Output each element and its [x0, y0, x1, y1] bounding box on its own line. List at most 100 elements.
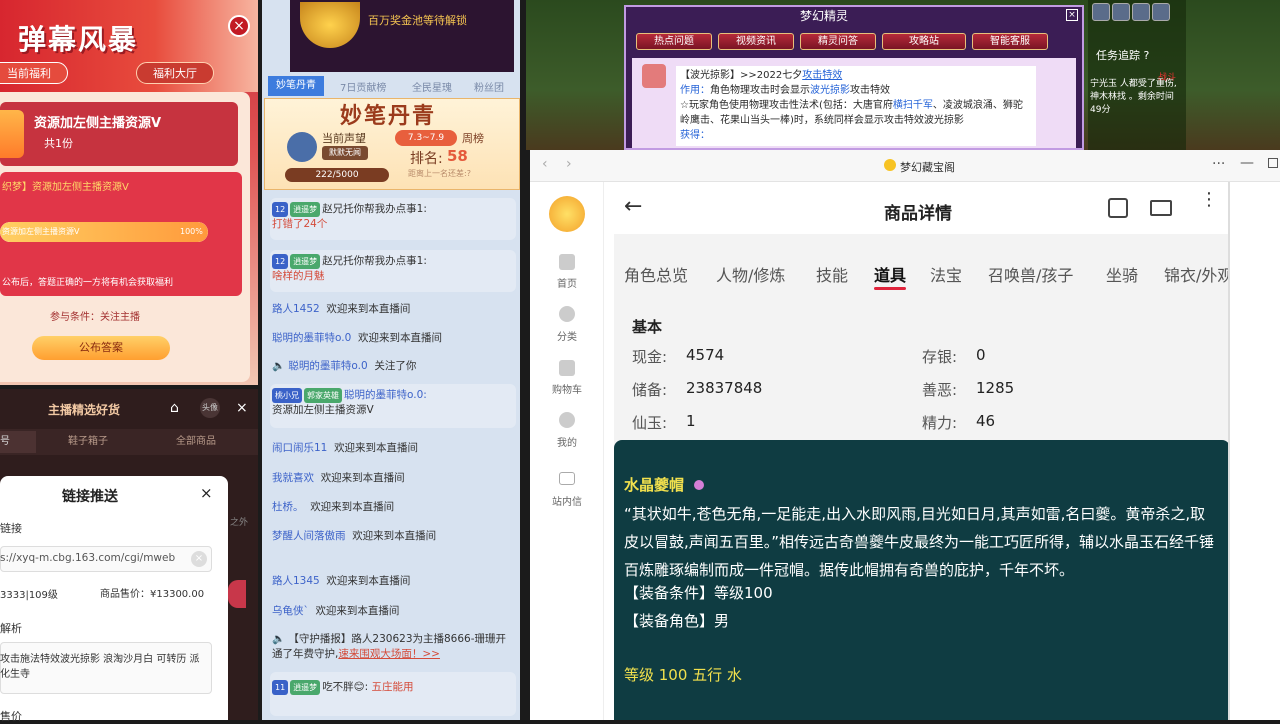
content-link[interactable]: 攻击特效 [802, 70, 842, 81]
tab-welfare-hall[interactable]: 福利大厅 [136, 62, 214, 84]
video-news-button[interactable]: 视频资讯 [718, 33, 794, 50]
date-range: 7.3~7.9 [395, 130, 457, 146]
tab-current-welfare[interactable]: 当前福利 [0, 62, 68, 84]
nickname[interactable]: 我就喜欢 [272, 472, 314, 484]
tab-items[interactable]: 道具 [874, 262, 906, 286]
content-line: 获得： [680, 130, 710, 141]
nickname[interactable]: 梦醒人间落傲雨 [272, 530, 346, 542]
nickname[interactable]: 闹口闹乐11 [272, 442, 327, 454]
fan-badge: 逍遥梦 [290, 680, 321, 695]
nickname[interactable]: 杜桥。 [272, 501, 304, 513]
spirit-title: 梦幻精灵 [800, 9, 849, 23]
tab-miaobi[interactable]: 妙笔丹青 [268, 76, 324, 96]
participation-condition: 参与条件：关注主播 [50, 312, 140, 323]
streamer-name: 默默无闻 [322, 146, 368, 160]
shop-tab[interactable]: 全部商品 [176, 431, 216, 453]
tab-pets[interactable]: 召唤兽/孩子 [988, 262, 1073, 286]
back-arrow-icon[interactable]: ‹ [542, 156, 548, 172]
mail-icon[interactable] [559, 472, 575, 485]
cart-icon[interactable] [559, 360, 575, 376]
back-arrow-icon[interactable]: ← [624, 194, 642, 219]
guard-link[interactable]: 速来围观大场面！>> [338, 648, 440, 660]
tab-mounts[interactable]: 坐骑 [1106, 262, 1138, 286]
tab-7day[interactable]: 7日贡献榜 [340, 79, 386, 94]
announce-answer-button[interactable]: 公布答案 [32, 336, 170, 360]
field-label: 存银: [922, 348, 958, 366]
nav-item-messages[interactable]: 站内信 [534, 493, 600, 508]
minimize-icon[interactable]: — [1240, 155, 1254, 171]
chat-message: 闹口闹乐11 欢迎来到本直播间 [272, 441, 512, 456]
nickname[interactable]: 乌龟侠` [272, 605, 309, 617]
field-value: 0 [976, 346, 986, 364]
avatar[interactable]: 头像 [200, 398, 220, 418]
tab-character[interactable]: 人物/修炼 [716, 262, 785, 286]
hot-questions-button[interactable]: 热点问题 [636, 33, 712, 50]
guide-button[interactable]: 攻略站 [882, 33, 966, 50]
nickname[interactable]: 路人1345 [272, 575, 320, 587]
nav-item-home[interactable]: 首页 [534, 275, 600, 290]
close-icon[interactable]: × [200, 484, 213, 502]
tab-treasure[interactable]: 法宝 [930, 262, 962, 286]
field-value: 4574 [686, 346, 725, 364]
content-line: 角色物理攻击时会显示 [710, 85, 810, 96]
level-badge: 12 [272, 254, 289, 269]
nickname[interactable]: 聪明的墨菲特o.0 [288, 360, 367, 372]
tab-skills[interactable]: 技能 [816, 262, 848, 286]
more-icon[interactable]: ⋮ [1200, 191, 1218, 209]
home-icon[interactable] [559, 254, 575, 270]
fan-badge: 逍遥梦 [290, 202, 321, 217]
message-text: 欢迎来到本直播间 [357, 332, 442, 344]
task-note: 公布后，答题正确的一方将有机会获取福利 [2, 278, 174, 288]
nav-item-mine[interactable]: 我的 [534, 434, 600, 449]
close-icon[interactable]: × [228, 15, 250, 37]
message-extra: 五庄能用 [371, 681, 414, 693]
tab-role-overview[interactable]: 角色总览 [624, 262, 688, 286]
nickname[interactable]: 聪明的墨菲特o.0: [344, 389, 427, 401]
side-handle[interactable] [228, 580, 246, 608]
shop-tab[interactable]: 鞋子箱子 [68, 431, 108, 453]
nickname[interactable]: 聪明的墨菲特o.0 [272, 332, 351, 344]
game-icon[interactable] [1112, 3, 1130, 21]
tab-outfits[interactable]: 锦衣/外观 [1164, 262, 1230, 286]
week-label: 周榜 [462, 132, 484, 145]
level-badge: 桃小兄 [272, 388, 302, 403]
rank-value: 58 [447, 147, 468, 165]
page-title: 商品详情 [884, 204, 952, 224]
score: 222/5000 [285, 168, 389, 182]
content-link[interactable]: 波光掠影 [810, 85, 850, 96]
tab-star[interactable]: 全民星瑰 [412, 79, 452, 94]
smart-service-button[interactable]: 智能客服 [972, 33, 1048, 50]
mail-icon[interactable] [1150, 200, 1172, 216]
close-icon[interactable]: × [236, 400, 248, 416]
game-icon[interactable] [1152, 3, 1170, 21]
message-extra: 啥样的月魅 [272, 270, 325, 282]
user-icon[interactable] [559, 412, 575, 428]
field-label: 仙玉: [632, 414, 668, 432]
shop-tab[interactable]: 号 [0, 431, 36, 453]
game-icon[interactable] [1092, 3, 1110, 21]
share-icon[interactable] [1108, 198, 1128, 218]
nav-item-category[interactable]: 分类 [534, 328, 600, 343]
nickname[interactable]: 路人1452 [272, 303, 320, 315]
game-icon[interactable] [1132, 3, 1150, 21]
close-icon[interactable]: × [1066, 9, 1078, 21]
parse-value: 攻击施法特效波光掠影 浪淘沙月白 可转历 派化生寺 [0, 654, 200, 680]
cbg-logo-icon[interactable] [549, 196, 585, 232]
spirit-qa-button[interactable]: 精灵问答 [800, 33, 876, 50]
home-icon[interactable]: ⌂ [170, 400, 179, 416]
progress-text: 资源加左侧主播资源V [2, 227, 80, 236]
content-link[interactable]: 横扫千军 [893, 100, 933, 111]
category-icon[interactable] [559, 306, 575, 322]
nav-item-cart[interactable]: 购物车 [534, 381, 600, 396]
clear-icon[interactable]: × [191, 551, 207, 567]
field-value: 46 [976, 412, 996, 430]
message-text: 欢迎来到本直播间 [310, 501, 395, 513]
scrollbar[interactable] [1228, 182, 1230, 720]
reward-name: 资源加左侧主播资源V [34, 116, 162, 131]
task-tracker-title[interactable]: 任务追踪 ? [1096, 47, 1149, 63]
chat-message: 路人1345 欢迎来到本直播间 [272, 574, 512, 589]
more-icon[interactable]: ··· [1212, 156, 1225, 172]
tab-fans[interactable]: 粉丝团 [474, 79, 504, 94]
maximize-icon[interactable] [1268, 158, 1278, 168]
forward-arrow-icon[interactable]: › [566, 156, 572, 172]
